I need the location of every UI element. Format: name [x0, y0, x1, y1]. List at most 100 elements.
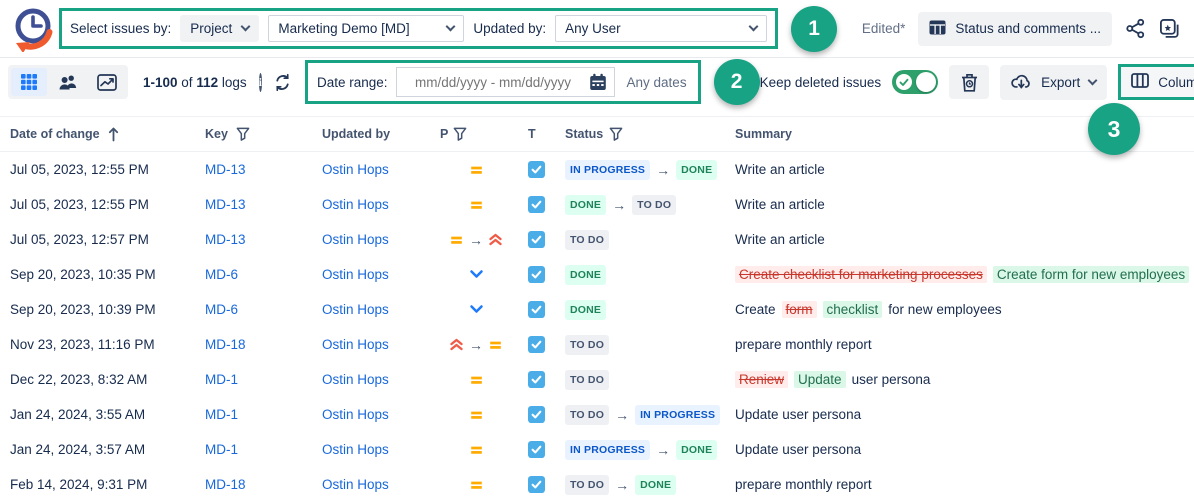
summary-segment-plain: prepare monthly report	[735, 477, 872, 492]
chart-view-tab[interactable]	[89, 68, 125, 96]
task-type-icon	[528, 196, 545, 213]
trend-chart-icon	[97, 74, 117, 91]
cell-updated-by: Ostin Hops	[322, 302, 440, 317]
issue-key-link[interactable]: MD-13	[205, 232, 246, 247]
cell-status: TO DO	[565, 370, 735, 390]
callout-badge-3: 3	[1088, 103, 1140, 155]
cell-status: DONE	[565, 265, 735, 285]
keep-deleted-issues-toggle[interactable]	[892, 70, 938, 94]
date-range-input[interactable]	[404, 75, 583, 90]
summary-segment-removed: Create checklist for marketing processes	[735, 266, 987, 283]
cell-status: IN PROGRESS→DONE	[565, 160, 735, 180]
date-preset-dropdown[interactable]: Any dates	[623, 75, 698, 90]
issue-key-link[interactable]: MD-1	[205, 407, 238, 422]
cell-priority	[440, 444, 528, 456]
cell-updated-by: Ostin Hops	[322, 267, 440, 282]
column-header-date-of-change[interactable]: Date of change	[10, 127, 205, 142]
column-header-status[interactable]: Status	[565, 127, 735, 141]
status-badge-to-do: TO DO	[565, 475, 609, 495]
logs-range: 1-100	[143, 75, 178, 90]
columns-label: Columns	[1158, 75, 1194, 90]
cell-updated-by: Ostin Hops	[322, 162, 440, 177]
table-view-tab[interactable]	[11, 68, 47, 96]
cell-date-of-change: Sep 20, 2023, 10:39 PM	[10, 302, 205, 317]
select-mode-dropdown[interactable]: Project	[180, 15, 259, 42]
user-link[interactable]: Ostin Hops	[322, 477, 389, 492]
priority-medium-icon	[488, 339, 503, 351]
task-type-icon	[528, 301, 545, 318]
saved-view-select-button[interactable]: Status and comments ...	[918, 12, 1112, 46]
status-badge-done: DONE	[565, 300, 606, 320]
logs-of: of	[181, 75, 192, 90]
updated-by-user-dropdown[interactable]: Any User	[555, 15, 767, 42]
trash-icon[interactable]	[949, 65, 989, 99]
keep-deleted-issues-label: Keep deleted issues	[760, 75, 882, 90]
saved-reports-icon[interactable]	[1159, 18, 1180, 39]
transition-arrow-icon: →	[469, 338, 483, 352]
calendar-icon[interactable]	[589, 73, 607, 91]
cell-summary: Createformchecklistfor new employees	[735, 301, 1194, 318]
user-link[interactable]: Ostin Hops	[322, 197, 389, 212]
user-link[interactable]: Ostin Hops	[322, 232, 389, 247]
priority-medium-icon	[469, 199, 484, 211]
status-badge-done: DONE	[635, 475, 676, 495]
export-label: Export	[1041, 75, 1080, 90]
cell-date-of-change: Jan 24, 2024, 3:57 AM	[10, 442, 205, 457]
cell-status: IN PROGRESS→DONE	[565, 440, 735, 460]
transition-arrow-icon: →	[615, 408, 629, 422]
issue-key-link[interactable]: MD-13	[205, 162, 246, 177]
project-dropdown[interactable]: Marketing Demo [MD]	[268, 15, 464, 42]
issue-key-link[interactable]: MD-13	[205, 197, 246, 212]
table-row: Dec 22, 2023, 8:32 AMMD-1Ostin HopsTO DO…	[0, 362, 1194, 397]
user-link[interactable]: Ostin Hops	[322, 442, 389, 457]
cell-priority	[440, 479, 528, 491]
issue-key-link[interactable]: MD-18	[205, 337, 246, 352]
user-link[interactable]: Ostin Hops	[322, 162, 389, 177]
cell-priority	[440, 304, 528, 315]
cell-key: MD-13	[205, 162, 322, 177]
toolbar-right-actions: Keep deleted issues Export	[760, 64, 1194, 100]
priority-medium-icon	[469, 409, 484, 421]
cell-priority	[440, 409, 528, 421]
column-label: T	[528, 127, 536, 141]
priority-low-icon	[469, 269, 484, 280]
user-link[interactable]: Ostin Hops	[322, 302, 389, 317]
filter-icon[interactable]	[453, 127, 467, 141]
cell-updated-by: Ostin Hops	[322, 372, 440, 387]
issue-key-link[interactable]: MD-6	[205, 302, 238, 317]
issue-key-link[interactable]: MD-1	[205, 372, 238, 387]
cell-key: MD-13	[205, 197, 322, 212]
priority-medium-icon	[449, 234, 464, 246]
users-view-tab[interactable]	[50, 68, 86, 96]
column-header-p[interactable]: P	[440, 127, 528, 141]
user-link[interactable]: Ostin Hops	[322, 267, 389, 282]
cell-key: MD-18	[205, 477, 322, 492]
cell-type	[528, 476, 565, 493]
grid-view-icon	[21, 74, 37, 90]
issue-key-link[interactable]: MD-1	[205, 442, 238, 457]
user-link[interactable]: Ostin Hops	[322, 337, 389, 352]
issue-key-link[interactable]: MD-6	[205, 267, 238, 282]
table-row: Sep 20, 2023, 10:39 PMMD-6 Ostin Hops DONE…	[0, 292, 1194, 327]
sort-up-icon[interactable]	[108, 127, 119, 142]
info-icon[interactable]: i	[259, 73, 262, 92]
cell-status: TO DO→DONE	[565, 475, 735, 495]
columns-button[interactable]: Columns	[1118, 64, 1194, 100]
export-button[interactable]: Export	[1000, 65, 1107, 100]
summary-segment-plain: Update user persona	[735, 442, 861, 457]
cell-summary: Update user persona	[735, 442, 1194, 457]
filter-icon[interactable]	[236, 127, 250, 141]
summary-segment-added: Create form for new employees	[993, 266, 1189, 283]
cell-key: MD-1	[205, 372, 322, 387]
share-icon[interactable]	[1125, 18, 1146, 39]
cell-summary: Update user persona	[735, 407, 1194, 422]
summary-segment-plain: Write an article	[735, 162, 825, 177]
issue-key-link[interactable]: MD-18	[205, 477, 246, 492]
status-badge-to-do: TO DO	[632, 195, 676, 215]
cell-type	[528, 406, 565, 423]
column-header-key[interactable]: Key	[205, 127, 322, 141]
refresh-icon[interactable]	[273, 73, 292, 92]
user-link[interactable]: Ostin Hops	[322, 407, 389, 422]
filter-icon[interactable]	[609, 127, 623, 141]
user-link[interactable]: Ostin Hops	[322, 372, 389, 387]
